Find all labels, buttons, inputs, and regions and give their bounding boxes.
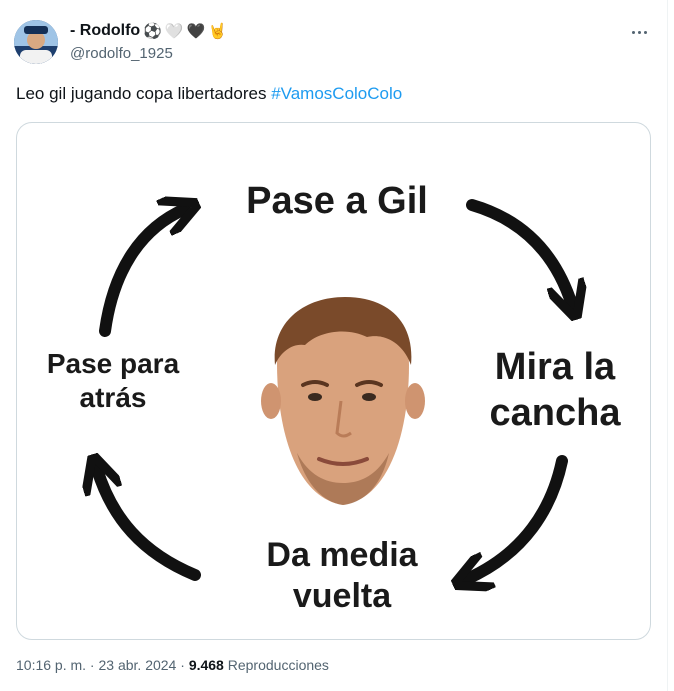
tweet-text: Leo gil jugando copa libertadores #Vamos… bbox=[16, 84, 402, 104]
avatar-image bbox=[14, 20, 58, 64]
meme-label-top: Pase a Gil bbox=[246, 180, 428, 222]
author-name-row[interactable]: - Rodolfo ⚽ 🤍 🖤 🤘 bbox=[70, 20, 227, 42]
views-count: 9.468 bbox=[188, 657, 224, 673]
meme-label-left: Pase para atrás bbox=[46, 348, 180, 413]
meta-separator: · bbox=[176, 657, 189, 673]
white-heart-emoji: 🤍 bbox=[164, 21, 184, 40]
soccer-ball-emoji: ⚽ bbox=[143, 21, 162, 40]
avatar[interactable] bbox=[14, 20, 58, 64]
views-label: Reproducciones bbox=[223, 657, 329, 673]
rock-hand-emoji: 🤘 bbox=[208, 21, 227, 40]
meme-label-right: Mira la cancha bbox=[489, 346, 621, 434]
column-border bbox=[667, 0, 668, 691]
tweet-body: Leo gil jugando copa libertadores bbox=[16, 84, 272, 103]
meme-label-bottom: Da media vuelta bbox=[266, 536, 418, 615]
black-heart-emoji: 🖤 bbox=[186, 21, 206, 40]
arrow-bottom-right bbox=[467, 455, 568, 579]
meta-separator: · bbox=[86, 657, 99, 673]
author-handle[interactable]: @rodolfo_1925 bbox=[70, 45, 173, 62]
tweet-time[interactable]: 10:16 p. m. bbox=[16, 657, 86, 673]
arrow-bottom-left bbox=[97, 469, 201, 581]
author-display-name[interactable]: - Rodolfo bbox=[70, 22, 140, 40]
tweet-meta: 10:16 p. m. · 23 abr. 2024 · 9.468 Repro… bbox=[16, 657, 329, 673]
arrow-top-left bbox=[99, 209, 185, 337]
hashtag-link[interactable]: #VamosColoColo bbox=[271, 84, 402, 103]
player-face bbox=[261, 297, 425, 505]
tweet-date[interactable]: 23 abr. 2024 bbox=[99, 657, 177, 673]
more-options-icon[interactable] bbox=[625, 20, 653, 44]
arrow-top-right bbox=[466, 199, 572, 305]
tweet-media-image[interactable]: Pase a Gil Mira la cancha Da media vuelta … bbox=[16, 122, 651, 640]
